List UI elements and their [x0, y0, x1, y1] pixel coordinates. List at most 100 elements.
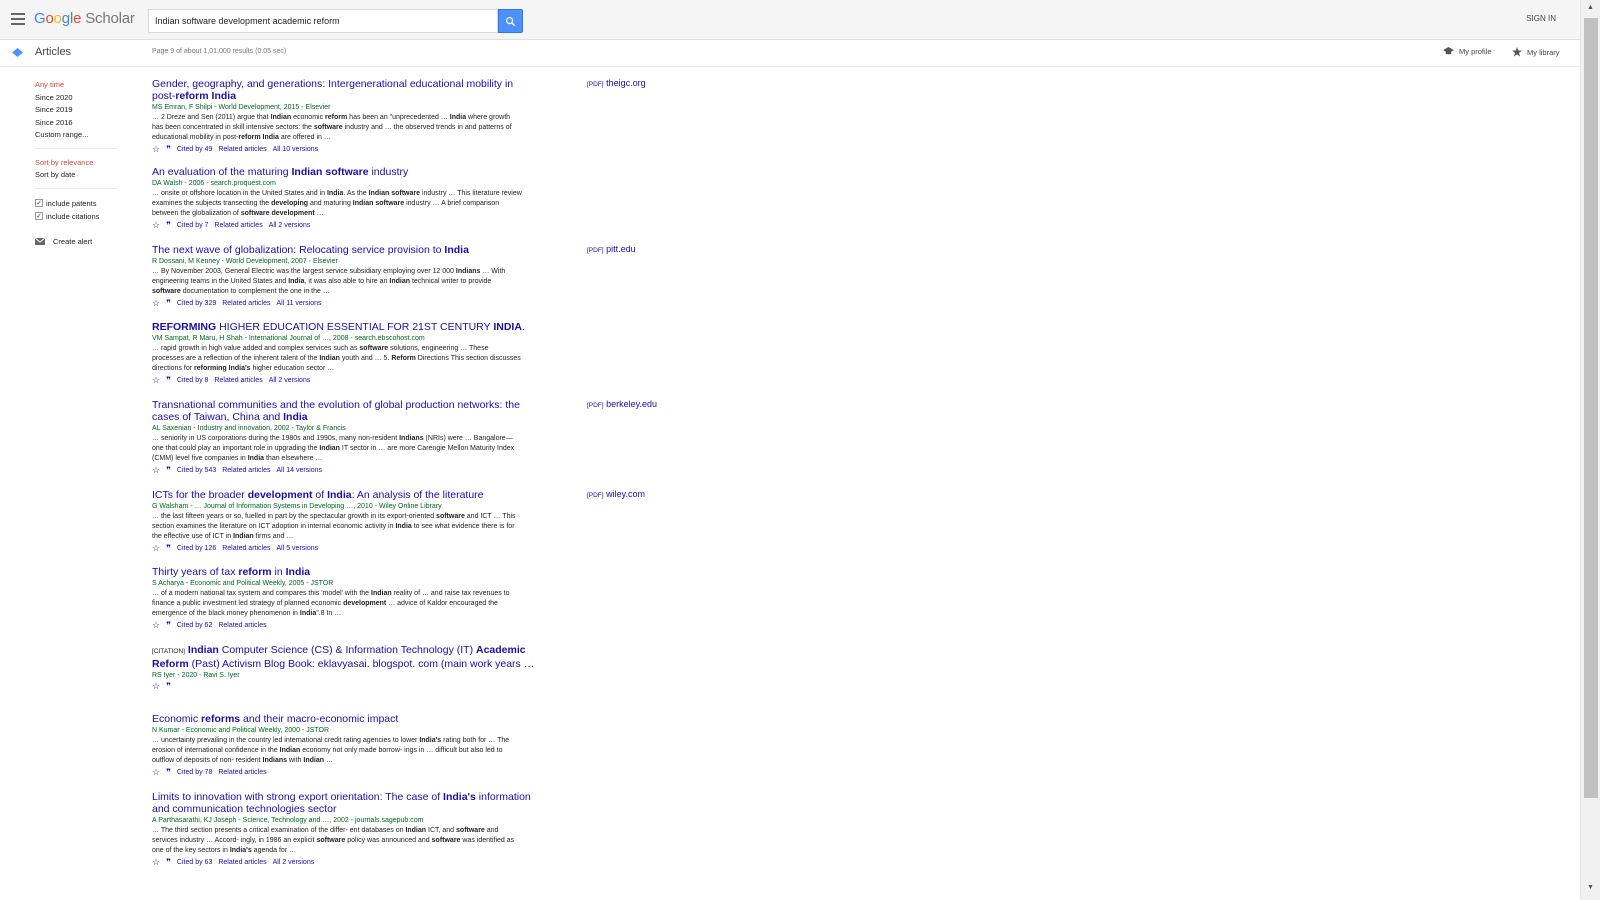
- cited-by-link[interactable]: Cited by 126: [177, 543, 216, 554]
- related-articles-link[interactable]: Related articles: [214, 375, 262, 386]
- cite-quote-icon[interactable]: ❞: [166, 299, 171, 308]
- save-star-icon[interactable]: ☆: [152, 221, 160, 230]
- cited-by-link[interactable]: Cited by 78: [177, 767, 212, 778]
- cite-quote-icon[interactable]: ❞: [166, 221, 171, 230]
- all-versions-link[interactable]: All 2 versions: [269, 375, 311, 386]
- related-articles-link[interactable]: Related articles: [222, 543, 270, 554]
- pdf-link[interactable]: [PDF] wiley.com: [587, 489, 645, 499]
- all-versions-link[interactable]: All 5 versions: [276, 543, 318, 554]
- related-articles-link[interactable]: Related articles: [218, 857, 266, 868]
- pdf-link[interactable]: [PDF] berkeley.edu: [587, 399, 657, 409]
- related-articles-link[interactable]: Related articles: [218, 144, 266, 155]
- result-title-link[interactable]: [CITATION] Indian Computer Science (CS) …: [152, 644, 537, 670]
- pdf-link[interactable]: [PDF] theigc.org: [587, 78, 646, 88]
- cite-quote-icon[interactable]: ❞: [166, 682, 171, 691]
- cited-by-link[interactable]: Cited by 8: [177, 375, 209, 386]
- section-title[interactable]: Articles: [35, 46, 71, 58]
- sign-in-link[interactable]: SIGN IN: [1526, 14, 1556, 23]
- google-scholar-logo[interactable]: Google Scholar: [34, 10, 135, 27]
- pdf-link[interactable]: [PDF] pitt.edu: [587, 244, 636, 254]
- filter-any-time[interactable]: Any time: [35, 79, 125, 92]
- all-versions-link[interactable]: All 11 versions: [276, 298, 321, 309]
- result-snippet: … By November 2003, General Electric was…: [152, 268, 506, 295]
- scroll-up-arrow-icon[interactable]: ▲: [1587, 4, 1594, 11]
- all-versions-link[interactable]: All 2 versions: [273, 857, 315, 868]
- filter-since-2020[interactable]: Since 2020: [35, 92, 125, 105]
- related-articles-link[interactable]: Related articles: [218, 767, 266, 778]
- related-articles-link[interactable]: Related articles: [218, 620, 266, 631]
- save-star-icon[interactable]: ☆: [152, 858, 160, 867]
- related-articles-link[interactable]: Related articles: [214, 220, 262, 231]
- result-title-link[interactable]: Economic reforms and their macro-economi…: [152, 713, 537, 725]
- filter-since-2016[interactable]: Since 2016: [35, 117, 125, 130]
- save-star-icon[interactable]: ☆: [152, 299, 160, 308]
- result-title-link[interactable]: REFORMING HIGHER EDUCATION ESSENTIAL FOR…: [152, 321, 537, 333]
- my-library-link[interactable]: My library: [1512, 47, 1560, 57]
- all-versions-link[interactable]: All 10 versions: [273, 144, 319, 155]
- citation-tag: [CITATION]: [152, 648, 185, 655]
- search-input[interactable]: [148, 9, 498, 33]
- save-star-icon[interactable]: ☆: [152, 145, 160, 154]
- logo-letter: G: [34, 10, 46, 27]
- result-title-text: REFORMING HIGHER EDUCATION ESSENTIAL FOR…: [152, 321, 525, 333]
- cite-quote-icon[interactable]: ❞: [166, 466, 171, 475]
- cite-quote-icon[interactable]: ❞: [166, 544, 171, 553]
- cited-by-link[interactable]: Cited by 49: [177, 144, 212, 155]
- result-title-link[interactable]: Gender, geography, and generations: Inte…: [152, 78, 537, 102]
- envelope-icon: [35, 237, 45, 245]
- cite-quote-icon[interactable]: ❞: [166, 376, 171, 385]
- result-title-link[interactable]: ICTs for the broader development of Indi…: [152, 489, 537, 501]
- cite-quote-icon[interactable]: ❞: [166, 621, 171, 630]
- result-title-link[interactable]: The next wave of globalization: Relocati…: [152, 244, 537, 256]
- save-star-icon[interactable]: ☆: [152, 768, 160, 777]
- save-star-icon[interactable]: ☆: [152, 376, 160, 385]
- vertical-scrollbar[interactable]: ▲ ▼: [1580, 0, 1600, 900]
- divider: [35, 147, 117, 149]
- cited-by-link[interactable]: Cited by 329: [177, 298, 216, 309]
- result-title-link[interactable]: Transnational communities and the evolut…: [152, 399, 537, 423]
- include-citations-checkbox[interactable]: ✓ include citations: [35, 210, 125, 223]
- cited-by-link[interactable]: Cited by 63: [177, 857, 212, 868]
- result-actions: ☆ ❞: [152, 682, 692, 691]
- results-stats: Page 9 of about 1,01,000 results (0.05 s…: [152, 48, 287, 55]
- cited-by-link[interactable]: Cited by 7: [177, 220, 209, 231]
- all-versions-link[interactable]: All 14 versions: [276, 465, 322, 476]
- pdf-tag: [PDF]: [587, 492, 604, 499]
- result-title-link[interactable]: An evaluation of the maturing Indian sof…: [152, 166, 537, 178]
- save-star-icon[interactable]: ☆: [152, 466, 160, 475]
- cite-quote-icon[interactable]: ❞: [166, 145, 171, 154]
- search-button[interactable]: [498, 9, 523, 33]
- include-patents-label: include patents: [46, 198, 97, 208]
- filter-since-2019[interactable]: Since 2019: [35, 104, 125, 117]
- result-title-link[interactable]: Thirty years of tax reform in India: [152, 566, 537, 578]
- sort-by-relevance[interactable]: Sort by relevance: [35, 157, 125, 170]
- cited-by-link[interactable]: Cited by 62: [177, 620, 212, 631]
- result-snippet: … onsite or offshore location in the Uni…: [152, 190, 522, 217]
- divider: [35, 187, 117, 189]
- sort-by-date[interactable]: Sort by date: [35, 169, 125, 182]
- result-title-text: ICTs for the broader development of Indi…: [152, 489, 484, 501]
- all-versions-link[interactable]: All 2 versions: [269, 220, 311, 231]
- save-star-icon[interactable]: ☆: [152, 682, 160, 691]
- cited-by-link[interactable]: Cited by 543: [177, 465, 216, 476]
- related-articles-link[interactable]: Related articles: [222, 465, 270, 476]
- result-actions: ☆ ❞ Cited by 8 Related articles All 2 versio…: [152, 375, 692, 386]
- create-alert-link[interactable]: Create alert: [35, 237, 125, 246]
- search-result: An evaluation of the maturing Indian sof…: [152, 166, 692, 231]
- filter-custom-range[interactable]: Custom range...: [35, 129, 125, 142]
- cite-quote-icon[interactable]: ❞: [166, 768, 171, 777]
- hamburger-menu-icon[interactable]: [11, 13, 25, 25]
- search-result: Transnational communities and the evolut…: [152, 399, 692, 476]
- scrollbar-thumb[interactable]: [1584, 18, 1598, 798]
- related-articles-link[interactable]: Related articles: [222, 298, 270, 309]
- result-snippet: … of a modern national tax system and co…: [152, 590, 510, 617]
- result-title-link[interactable]: Limits to innovation with strong export …: [152, 791, 537, 815]
- save-star-icon[interactable]: ☆: [152, 621, 160, 630]
- my-profile-link[interactable]: My profile: [1443, 47, 1492, 56]
- scroll-down-arrow-icon[interactable]: ▼: [1587, 884, 1594, 891]
- cite-quote-icon[interactable]: ❞: [166, 858, 171, 867]
- save-star-icon[interactable]: ☆: [152, 544, 160, 553]
- logo-product-name: Scholar: [85, 10, 135, 27]
- include-patents-checkbox[interactable]: ✓ include patents: [35, 197, 125, 210]
- result-title-text: Indian Computer Science (CS) & Informati…: [152, 644, 535, 670]
